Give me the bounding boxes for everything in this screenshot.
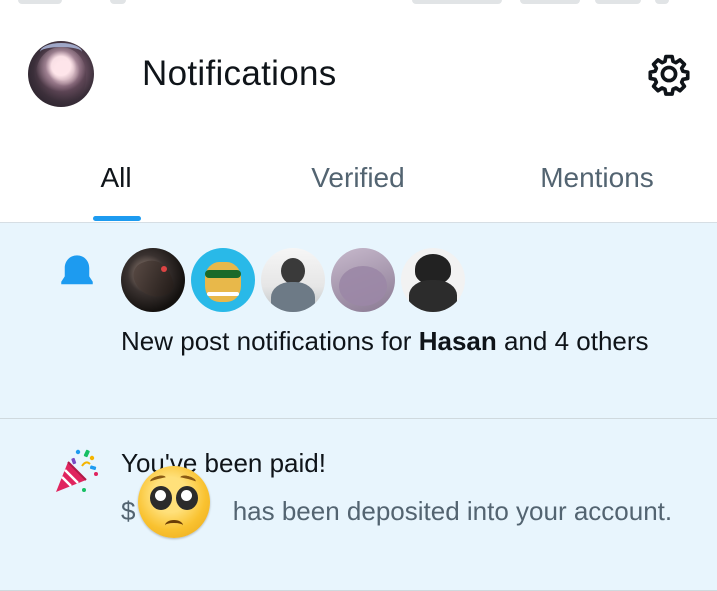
avatar[interactable] <box>191 248 255 312</box>
app-header: Notifications <box>0 34 717 114</box>
active-tab-indicator <box>93 216 141 221</box>
notification-new-posts[interactable]: New post notifications for Hasan and 4 o… <box>0 223 717 419</box>
avatar[interactable] <box>261 248 325 312</box>
tab-mentions[interactable]: Mentions <box>512 162 682 194</box>
avatar[interactable] <box>121 248 185 312</box>
bell-icon <box>61 255 93 285</box>
party-popper-icon <box>56 449 98 492</box>
gear-icon[interactable] <box>647 52 691 96</box>
status-bar <box>0 0 717 10</box>
notification-text: New post notifications for Hasan and 4 o… <box>121 326 649 356</box>
user-name[interactable]: Hasan <box>419 326 497 356</box>
avatar[interactable] <box>401 248 465 312</box>
pleading-face-icon <box>138 466 210 538</box>
tab-bar: All Verified Mentions <box>0 140 717 223</box>
tab-verified[interactable]: Verified <box>278 162 438 194</box>
notification-payment[interactable]: You've been paid! $ has been deposited i… <box>0 419 717 591</box>
page-title: Notifications <box>142 54 337 93</box>
tab-all[interactable]: All <box>60 162 172 194</box>
currency-symbol: $ <box>121 496 136 526</box>
avatar[interactable] <box>28 41 94 107</box>
avatar[interactable] <box>331 248 395 312</box>
